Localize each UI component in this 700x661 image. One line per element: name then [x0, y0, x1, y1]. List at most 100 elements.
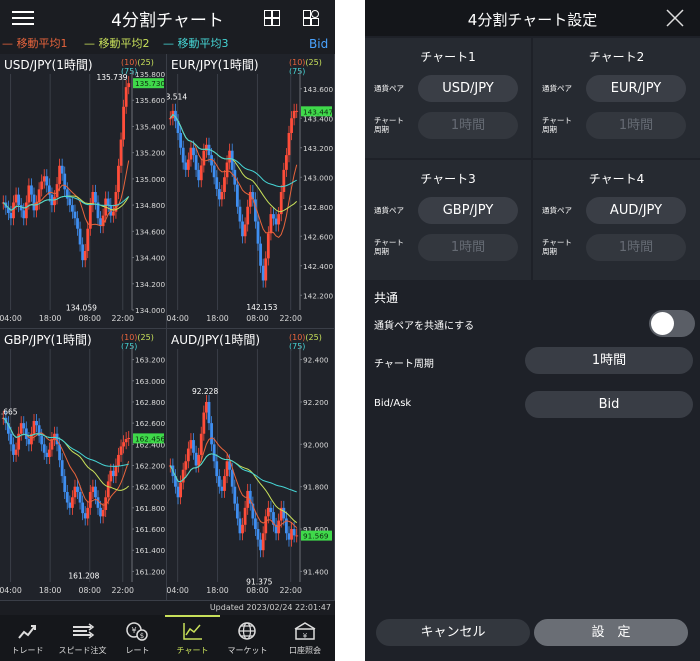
candle-body: [106, 198, 110, 206]
x-tick-label: 22:00: [112, 586, 135, 595]
apply-button[interactable]: 設 定: [534, 619, 688, 646]
common-period-select[interactable]: 1時間: [525, 347, 693, 374]
candle-body: [199, 433, 203, 455]
chart-panel-2[interactable]: EUR/JPY(1時間) (10)(25)(75) 143.600 143.400 14…: [167, 54, 335, 329]
tab-speed-order[interactable]: スピード注文: [55, 615, 110, 661]
period-select: 1時間: [586, 234, 686, 261]
chart1-settings: チャート1 通貨ペア USD/JPY チャート周期 1時間: [365, 38, 531, 158]
candle-body: [32, 421, 36, 434]
candle-body: [12, 202, 15, 219]
candle-body: [246, 490, 250, 508]
bidask-select[interactable]: Bid: [525, 391, 693, 418]
x-tick-label: 18:00: [206, 586, 229, 595]
candle-body: [238, 518, 242, 534]
candlestick-chart: 143.600143.400143.200143.000142.800142.6…: [167, 70, 334, 323]
high-label: 162.665: [0, 407, 18, 416]
common-period-label: チャート周期: [374, 359, 434, 370]
candle-body: [76, 218, 79, 229]
candle-body: [58, 165, 61, 185]
candle-body: [243, 507, 247, 525]
low-label: 91.375: [246, 578, 272, 587]
y-tick-label: 161.200: [135, 567, 166, 576]
period-select: 1時間: [418, 112, 518, 139]
tab-rate[interactable]: ¥ $ レート: [110, 615, 165, 661]
high-label: 143.514: [167, 92, 187, 101]
x-tick-label: 18:00: [39, 586, 62, 595]
x-tick-label: 04:00: [0, 314, 22, 323]
y-tick-label: 162.600: [135, 419, 166, 428]
chart3-settings: チャート3 通貨ペア GBP/JPY チャート周期 1時間: [365, 160, 531, 280]
candle-body: [83, 513, 87, 519]
tab-market[interactable]: マーケット: [220, 615, 275, 661]
candle-body: [9, 433, 13, 445]
cell-heading: チャート4: [588, 172, 645, 186]
candle-body: [45, 176, 49, 186]
low-label: 142.153: [246, 303, 277, 312]
candle-body: [277, 214, 281, 225]
candle-body: [68, 502, 72, 508]
tab-account[interactable]: ¥ 口座照会: [275, 615, 335, 661]
tab-trade[interactable]: トレード: [0, 615, 55, 661]
y-tick-label: 91.800: [303, 483, 329, 492]
x-tick-label: 08:00: [79, 586, 102, 595]
x-tick-label: 18:00: [206, 314, 229, 323]
candle-body: [53, 197, 56, 206]
candle-body: [246, 206, 250, 225]
pair-select[interactable]: EUR/JPY: [586, 75, 686, 102]
pair-label: 通貨ペア: [374, 84, 404, 93]
candle-body: [179, 133, 183, 148]
chart-panel-3[interactable]: GBP/JPY(1時間) (10)(25)(75) 163.200 163.000 16…: [0, 329, 167, 601]
candle-body: [111, 211, 115, 216]
candle-body: [76, 486, 79, 492]
candle-body: [194, 155, 198, 170]
current-price-label: 143.447: [303, 107, 334, 116]
current-price-label: 162.456: [135, 434, 166, 443]
y-tick-label: 135.800: [135, 70, 166, 79]
candle-body: [42, 444, 46, 453]
candle-body: [261, 533, 265, 551]
candle-body: [215, 177, 219, 190]
candle-body: [65, 189, 69, 199]
candle-body: [168, 118, 172, 120]
cancel-button[interactable]: キャンセル: [376, 619, 530, 646]
candle-body: [292, 529, 296, 536]
candle-body: [96, 497, 100, 508]
candle-body: [35, 421, 38, 426]
candle-body: [86, 228, 90, 251]
pair-select[interactable]: AUD/JPY: [586, 197, 686, 224]
candle-body: [94, 486, 97, 498]
y-tick-label: 142.600: [303, 232, 334, 241]
candle-body: [68, 198, 72, 206]
candle-body: [42, 176, 46, 182]
chart-panel-4[interactable]: AUD/JPY(1時間) (10)(25)(75) 92.400 92.200 92.0…: [167, 329, 335, 601]
pair-select[interactable]: USD/JPY: [418, 75, 518, 102]
trend-icon: [18, 625, 36, 639]
candle-body: [287, 133, 291, 156]
y-tick-label: 134.800: [135, 201, 166, 210]
candle-body: [215, 461, 219, 477]
tab-chart[interactable]: チャート: [165, 615, 220, 661]
pair-select[interactable]: GBP/JPY: [418, 197, 518, 224]
candle-body: [17, 194, 21, 206]
close-icon[interactable]: [666, 9, 684, 27]
share-pair-toggle[interactable]: [649, 310, 695, 337]
y-tick-label: 92.200: [303, 398, 329, 407]
pair-label: 通貨ペア: [542, 206, 572, 215]
tab-bar: トレード スピード注文 ¥ $ レート チャート マーケット ¥ 口座照会: [0, 615, 335, 661]
cell-heading: チャート3: [420, 172, 476, 186]
chart2-settings: チャート2 通貨ペア EUR/JPY チャート周期 1時間: [533, 38, 700, 158]
candle-body: [212, 444, 216, 462]
grid-settings-icon[interactable]: [303, 10, 319, 26]
period-label: チャート周期: [542, 238, 572, 256]
candle-body: [12, 444, 15, 455]
chart-panel-1[interactable]: USD/JPY(1時間) (10)(25)(75) 135.800 135.600 13…: [0, 54, 167, 329]
candle-body: [207, 401, 211, 424]
x-tick-label: 22:00: [279, 314, 302, 323]
pair-label: 通貨ペア: [374, 206, 404, 215]
candle-body: [181, 147, 185, 163]
candle-body: [117, 454, 120, 466]
candle-body: [179, 482, 183, 498]
x-tick-label: 04:00: [167, 314, 189, 323]
period-label: チャート周期: [542, 116, 572, 134]
grid-layout-icon[interactable]: [264, 10, 280, 26]
